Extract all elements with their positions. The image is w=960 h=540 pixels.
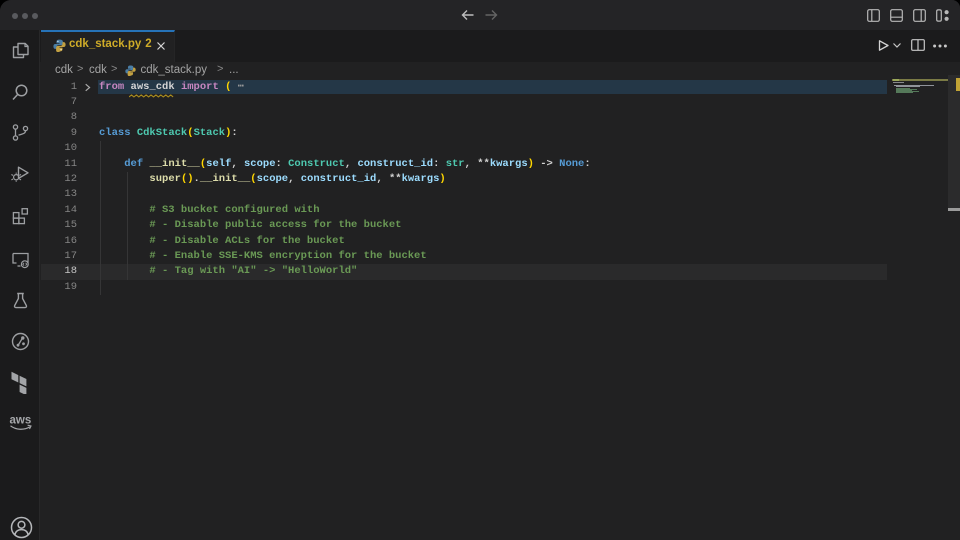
svg-text:aws: aws (10, 415, 32, 427)
